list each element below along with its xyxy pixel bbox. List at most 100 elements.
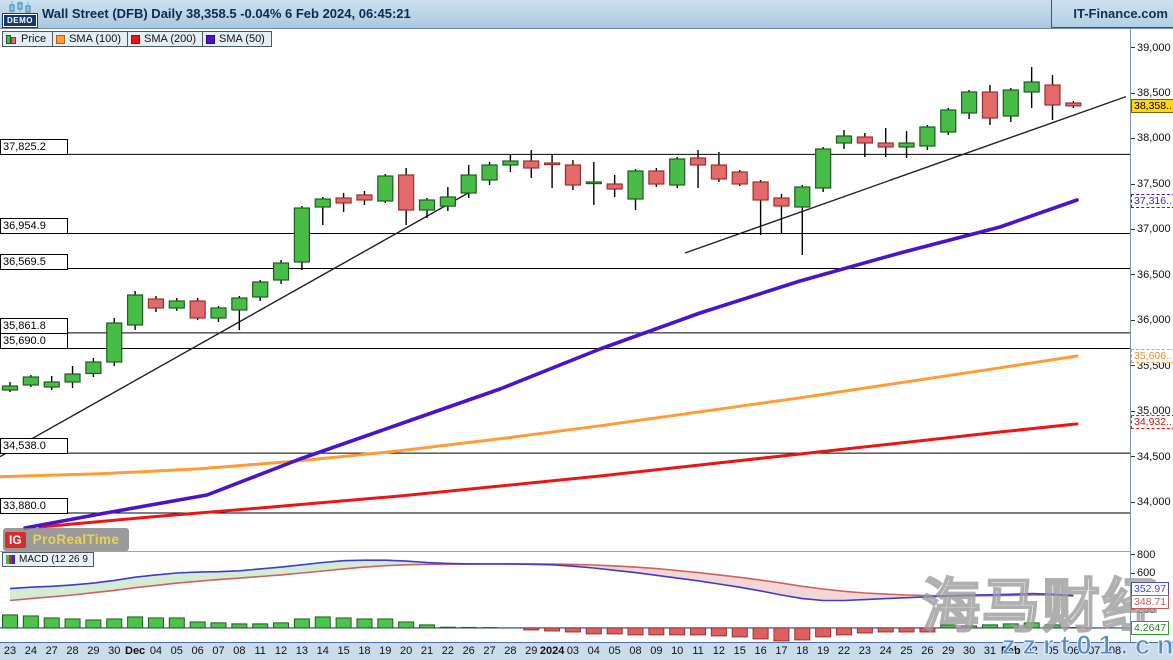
candle-body[interactable]	[982, 92, 997, 118]
candle-body[interactable]	[816, 149, 831, 188]
price-value-box-sma50: 37,316..	[1131, 194, 1173, 208]
macd-value-box-macd: 352.97	[1131, 582, 1169, 596]
candle-body[interactable]	[1066, 103, 1081, 106]
candle-body[interactable]	[23, 377, 38, 385]
candle-body[interactable]	[1045, 85, 1060, 105]
candle-body[interactable]	[941, 110, 956, 132]
candle-body[interactable]	[628, 171, 643, 199]
price-axis-tick: 37,000	[1131, 223, 1171, 235]
candle-body[interactable]	[128, 295, 143, 325]
candle-body[interactable]	[545, 163, 560, 165]
candle-body[interactable]	[461, 175, 476, 193]
candle-body[interactable]	[962, 92, 977, 113]
candle-body[interactable]	[1024, 82, 1039, 92]
level-price-label: 36,569.5	[0, 254, 68, 270]
candle-body[interactable]	[336, 198, 351, 203]
candle-body[interactable]	[649, 171, 664, 184]
instrument-title: Wall Street (DFB) Daily 38,358.5 -0.04% …	[42, 6, 411, 21]
candle-body[interactable]	[190, 301, 205, 318]
date-label: 19	[817, 645, 829, 657]
date-label: 28	[66, 645, 78, 657]
macd-histogram-bar	[148, 618, 163, 628]
candle-body[interactable]	[420, 200, 435, 210]
candle-body[interactable]	[670, 159, 685, 185]
date-label: 16	[754, 645, 766, 657]
candle-body[interactable]	[565, 165, 580, 185]
macd-histogram-bar	[545, 628, 560, 631]
macd-histogram-bar	[253, 624, 268, 628]
date-label: 06	[1067, 645, 1079, 657]
candle-body[interactable]	[3, 386, 18, 390]
candle-body[interactable]	[211, 308, 226, 318]
candle-body[interactable]	[774, 198, 789, 206]
macd-histogram-bar	[565, 628, 580, 632]
candle-body[interactable]	[711, 165, 726, 179]
date-label: 29	[942, 645, 954, 657]
price-value-box-last: 38,358..	[1131, 99, 1173, 113]
candle-body[interactable]	[607, 184, 622, 189]
level-price-label: 33,880.0	[0, 498, 68, 514]
candle-body[interactable]	[795, 187, 810, 207]
price-axis[interactable]: 39,00038,50038,00037,50037,00036,50036,0…	[1130, 29, 1173, 642]
chart-application-window: DEMO Wall Street (DFB) Daily 38,358.5 -0…	[0, 0, 1173, 660]
macd-histogram-bar	[837, 628, 852, 635]
candle-body[interactable]	[586, 182, 601, 184]
date-label: 23	[4, 645, 16, 657]
candle-body[interactable]	[524, 161, 539, 168]
candle-body[interactable]	[857, 137, 872, 143]
macd-histogram-bar	[524, 628, 539, 630]
candle-body[interactable]	[44, 382, 59, 387]
date-label: 03	[567, 645, 579, 657]
candle-body[interactable]	[691, 158, 706, 165]
trend-line	[0, 190, 473, 456]
date-label: 27	[46, 645, 58, 657]
candle-body[interactable]	[482, 165, 497, 180]
candle-body[interactable]	[253, 282, 268, 297]
date-label: 09	[650, 645, 662, 657]
candle-body[interactable]	[503, 161, 518, 165]
date-label: 22	[838, 645, 850, 657]
itfinance-brand-link[interactable]: IT-Finance.com	[1051, 0, 1173, 28]
date-label: 13	[296, 645, 308, 657]
candle-body[interactable]	[753, 182, 768, 200]
macd-histogram-bar	[732, 628, 747, 637]
price-axis-tick: 38,000	[1131, 132, 1171, 144]
date-label: 2024	[540, 645, 564, 657]
candle-body[interactable]	[169, 301, 184, 308]
macd-indicator-chart[interactable]	[0, 552, 1130, 642]
date-label: 05	[1046, 645, 1058, 657]
candle-body[interactable]	[899, 143, 914, 147]
candle-body[interactable]	[440, 197, 455, 206]
date-label: 23	[859, 645, 871, 657]
candle-body[interactable]	[86, 362, 101, 373]
candle-body[interactable]	[378, 176, 393, 201]
candle-body[interactable]	[399, 175, 414, 210]
main-price-chart[interactable]	[0, 30, 1130, 551]
candle-body[interactable]	[1003, 90, 1018, 116]
candle-body[interactable]	[294, 208, 309, 262]
date-label: 31	[984, 645, 996, 657]
candle-body[interactable]	[107, 323, 122, 362]
macd-histogram-bar	[44, 618, 59, 628]
candle-body[interactable]	[148, 299, 163, 308]
candle-body[interactable]	[315, 199, 330, 207]
candle-body[interactable]	[837, 136, 852, 143]
date-axis[interactable]: 232427282930Dec0405060708111213141518192…	[0, 642, 1173, 660]
candle-body[interactable]	[878, 143, 893, 147]
macd-histogram-bar	[399, 622, 414, 628]
date-label: 24	[880, 645, 892, 657]
candle-body[interactable]	[274, 263, 289, 280]
macd-histogram-bar	[65, 619, 80, 628]
candle-body[interactable]	[357, 195, 372, 200]
macd-value-box-hist: 4.2647	[1131, 621, 1169, 635]
candle-body[interactable]	[65, 374, 80, 382]
candle-body[interactable]	[732, 172, 747, 184]
mini-candles-icon	[9, 1, 33, 14]
macd-axis-tick: 800	[1131, 549, 1155, 561]
date-label: Feb	[1001, 645, 1021, 657]
macd-fill-positive	[10, 560, 510, 600]
candle-body[interactable]	[920, 127, 935, 146]
macd-histogram-bar	[1045, 625, 1060, 628]
candle-body[interactable]	[232, 298, 247, 310]
macd-histogram-bar	[440, 627, 455, 628]
